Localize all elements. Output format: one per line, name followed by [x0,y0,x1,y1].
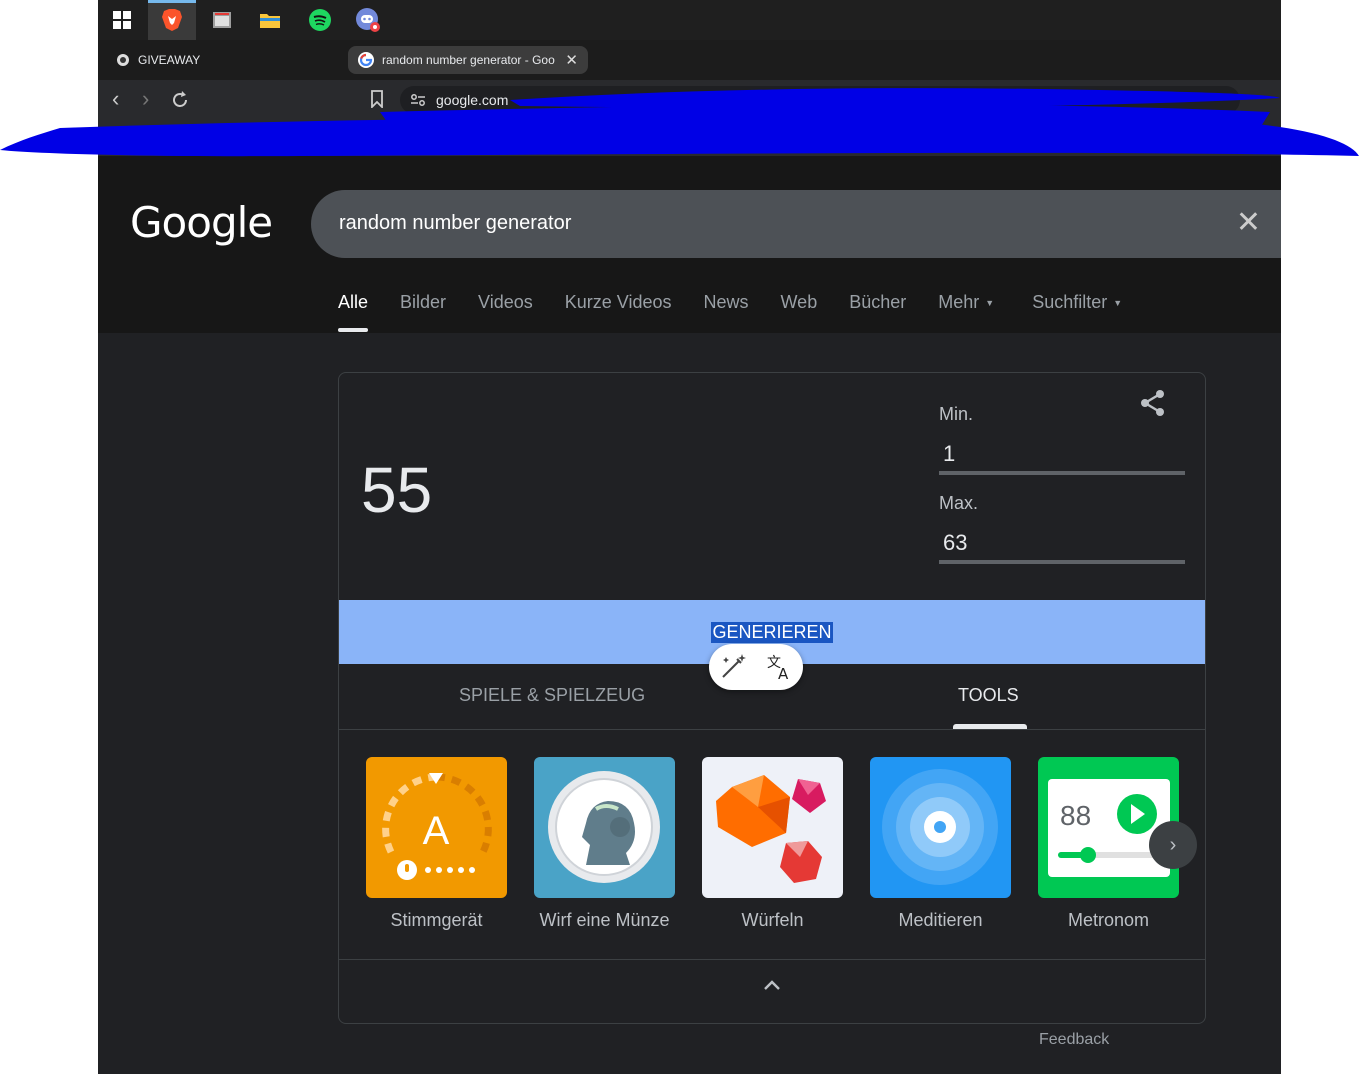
feedback-link[interactable]: Feedback [1039,1031,1109,1049]
google-header: Google random number generator ✕ Alle Bi… [98,156,1281,333]
clear-search-icon[interactable]: ✕ [1236,208,1261,238]
tab-videos[interactable]: Videos [478,292,533,313]
max-label: Max. [939,493,979,513]
tab-tools[interactable]: TOOLS [958,685,1019,706]
svg-text:88: 88 [1060,800,1091,831]
tab-suchfilter-label: Suchfilter [1032,292,1108,312]
divider [339,729,1205,730]
dice-icon [702,757,843,898]
tab-buecher[interactable]: Bücher [849,292,906,313]
tool-label: Würfeln [741,910,804,930]
search-nav-tabs: Alle Bilder Videos Kurze Videos News Web… [338,292,1122,332]
tab-kurze-videos[interactable]: Kurze Videos [565,292,672,313]
max-input[interactable]: 63 [943,530,967,556]
tool-label: Metronom [1067,910,1150,930]
tab-suchfilter[interactable]: Suchfilter ▼ [1032,292,1122,313]
tool-tuner[interactable]: A Stimmgerät [366,757,507,931]
rng-card: 55 Min. 1 Max. 63 GENERIEREN 文A SPIELE &… [338,372,1206,1024]
tool-dice[interactable]: Würfeln [702,757,843,931]
translate-icon[interactable]: 文A [765,652,795,682]
tool-label: Meditieren [898,910,983,930]
chevron-down-icon: ▼ [1113,298,1123,309]
tool-meditate[interactable]: Meditieren [870,757,1011,931]
tab-alle[interactable]: Alle [338,292,369,332]
share-icon[interactable] [1139,389,1167,417]
divider [339,959,1205,960]
meditate-icon [870,757,1011,898]
google-logo[interactable]: Google [130,198,273,247]
min-label: Min. [939,404,974,424]
tab-games[interactable]: SPIELE & SPIELZEUG [459,685,645,706]
tool-label: Stimmgerät [390,910,483,930]
tool-coin[interactable]: Wirf eine Münze [534,757,675,931]
rng-result: 55 [361,454,433,526]
tab-bilder[interactable]: Bilder [400,292,446,313]
tool-label: Wirf eine Münze [539,910,670,930]
generate-button-label: GENERIEREN [711,621,833,643]
collapse-chevron-up-icon[interactable] [763,979,781,991]
chevron-right-icon: › [1169,833,1177,856]
magic-wand-icon[interactable] [718,652,748,682]
tab-mehr[interactable]: Mehr ▼ [938,292,994,313]
min-field[interactable]: 1 [939,431,1185,475]
search-box[interactable]: random number generator ✕ [311,190,1281,258]
min-input[interactable]: 1 [943,441,955,467]
tab-web[interactable]: Web [781,292,818,313]
search-input[interactable]: random number generator [339,212,571,235]
redaction-scribble [0,88,1359,157]
tab-mehr-label: Mehr [938,292,980,312]
svg-text:A: A [423,809,450,853]
tuner-icon: A [366,757,507,898]
chevron-down-icon: ▼ [985,298,995,309]
coin-icon [534,757,675,898]
tab-news[interactable]: News [704,292,749,313]
carousel-next-button[interactable]: › [1149,821,1197,869]
max-field[interactable]: 63 [939,520,1185,564]
svg-text:A: A [778,665,789,682]
text-selection-popup: 文A [709,644,803,690]
